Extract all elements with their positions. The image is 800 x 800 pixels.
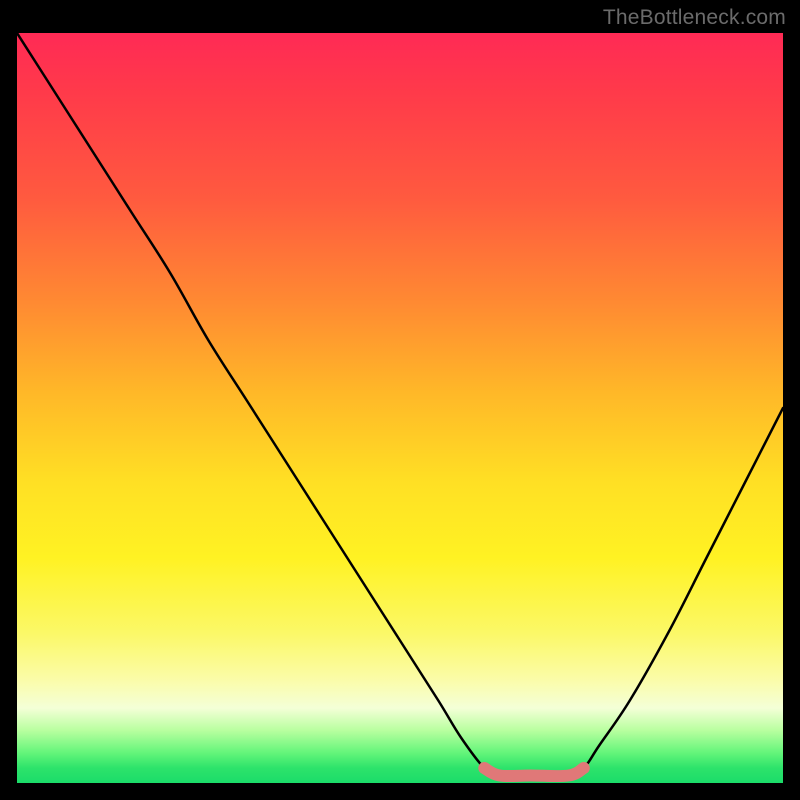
chart-svg (17, 33, 783, 783)
bottleneck-curve-line (17, 33, 783, 776)
plot-area (17, 33, 783, 783)
chart-frame: TheBottleneck.com (0, 0, 800, 800)
bottleneck-minimum-band-line (484, 768, 584, 776)
watermark-text: TheBottleneck.com (603, 6, 786, 30)
